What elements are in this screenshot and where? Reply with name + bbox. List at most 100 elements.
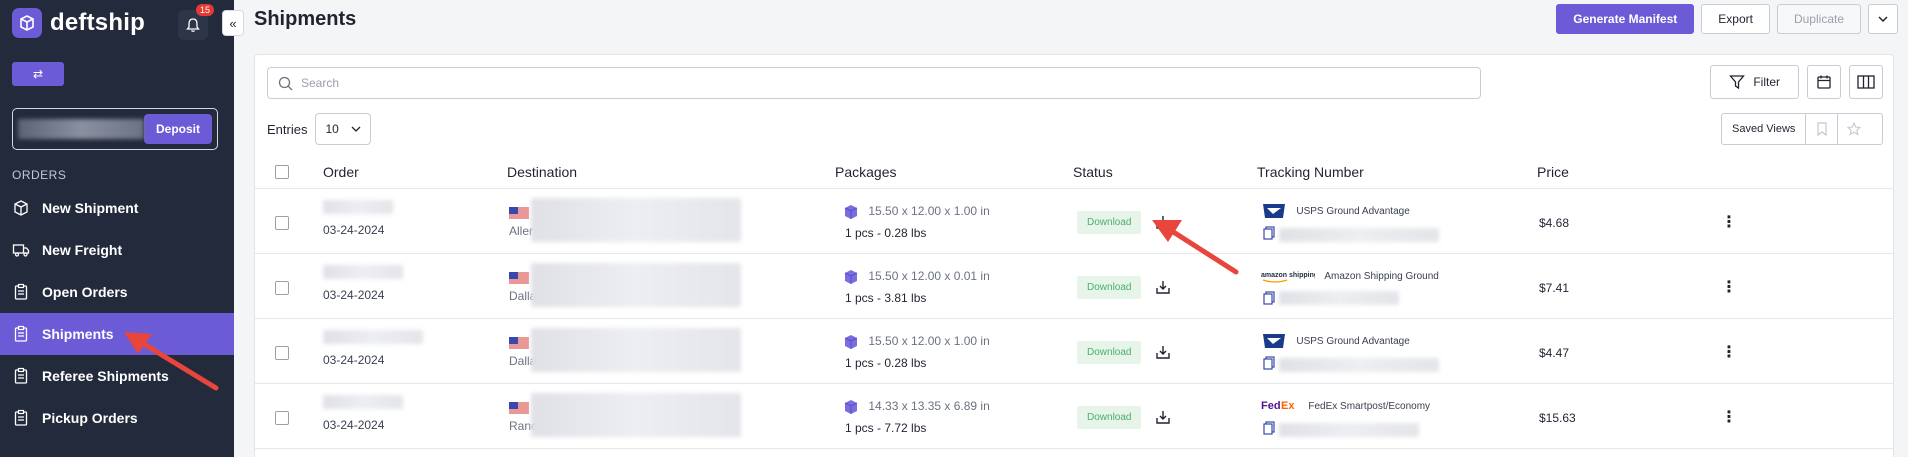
row-actions-menu[interactable]: ⋮ [1721, 409, 1737, 426]
balance-value-redacted [18, 119, 144, 139]
svg-text:Ex: Ex [1281, 400, 1295, 412]
order-date: 03-24-2024 [323, 223, 385, 237]
us-flag-icon [509, 206, 529, 221]
calendar-icon [1817, 75, 1831, 89]
select-all-checkbox[interactable] [275, 165, 289, 179]
sidebar-item-pickup-orders[interactable]: Pickup Orders [0, 397, 234, 439]
carrier-info: USPS Ground Advantage [1261, 332, 1410, 350]
sidebar-item-label: Open Orders [42, 284, 128, 300]
bookmark-icon[interactable] [1806, 114, 1839, 144]
date-range-button[interactable] [1807, 65, 1841, 99]
row-checkbox[interactable] [275, 281, 289, 295]
carrier-service-name: USPS Ground Advantage [1296, 336, 1410, 348]
carrier-service-name: USPS Ground Advantage [1296, 206, 1410, 218]
destination-city: Aller [509, 224, 534, 238]
columns-icon [1857, 75, 1875, 89]
sidebar-item-referee-shipments[interactable]: Referee Shipments [0, 355, 234, 397]
collapse-sidebar-button[interactable]: « [222, 10, 244, 36]
package-cube-icon [843, 399, 859, 415]
tracking-number-redacted [1279, 423, 1419, 437]
table-header: Order Destination Packages Status Tracki… [255, 155, 1893, 189]
column-header-order[interactable]: Order [323, 164, 359, 180]
copy-icon[interactable] [1263, 421, 1275, 438]
column-header-status[interactable]: Status [1073, 164, 1113, 180]
column-header-destination[interactable]: Destination [507, 164, 577, 180]
fedex-logo-icon: Fed Ex [1261, 397, 1299, 415]
entries-label: Entries [267, 121, 308, 137]
export-button[interactable]: Export [1701, 4, 1770, 34]
table-row[interactable]: 03-24-2024 Dalla 15.50 x 12.00 x 0.01 in… [255, 255, 1893, 319]
status-badge[interactable]: Download [1077, 341, 1142, 364]
copy-icon[interactable] [1263, 291, 1275, 308]
switch-account-button[interactable]: ⇄ [12, 62, 64, 86]
download-label-icon[interactable] [1155, 344, 1171, 360]
status-cell: Download [1077, 211, 1171, 234]
generate-manifest-button[interactable]: Generate Manifest [1556, 4, 1695, 34]
carrier-service-name: Amazon Shipping Ground [1324, 271, 1439, 283]
sidebar-item-label: New Shipment [42, 200, 139, 216]
column-header-price[interactable]: Price [1537, 164, 1569, 180]
package-dimensions: 15.50 x 12.00 x 0.01 in [868, 269, 990, 284]
package-dimensions: 15.50 x 12.00 x 1.00 in [868, 204, 990, 219]
destination-address-redacted [531, 263, 741, 307]
clipboard-icon [12, 283, 30, 301]
carrier-info: amazon shipping Amazon Shipping Ground [1261, 267, 1439, 285]
us-flag-icon [509, 336, 529, 351]
chevron-down-icon [352, 126, 361, 132]
table-row[interactable]: 03-24-2024 Ranc 14.33 x 13.35 x 6.89 in … [255, 385, 1893, 449]
column-header-tracking-number[interactable]: Tracking Number [1257, 164, 1364, 180]
usps-eagle-icon [1261, 332, 1287, 350]
table-row[interactable]: 03-24-2024 Dalla 15.50 x 12.00 x 1.00 in… [255, 320, 1893, 384]
copy-icon[interactable] [1263, 226, 1275, 243]
duplicate-button[interactable]: Duplicate [1776, 4, 1861, 34]
truck-icon [12, 241, 30, 259]
clipboard-icon [12, 409, 30, 427]
search-box[interactable] [267, 67, 1481, 99]
sidebar-item-label: Shipments [42, 326, 114, 342]
sidebar-item-new-shipment[interactable]: New Shipment [0, 187, 234, 229]
sidebar-item-open-orders[interactable]: Open Orders [0, 271, 234, 313]
brand-logo[interactable]: deftship [12, 8, 145, 38]
status-badge[interactable]: Download [1077, 276, 1142, 299]
download-label-icon[interactable] [1155, 279, 1171, 295]
sidebar-item-new-freight[interactable]: New Freight [0, 229, 234, 271]
row-checkbox[interactable] [275, 346, 289, 360]
status-cell: Download [1077, 406, 1171, 429]
download-label-icon[interactable] [1155, 214, 1171, 230]
entries-select[interactable]: 10 [315, 113, 372, 145]
status-badge[interactable]: Download [1077, 211, 1142, 234]
row-actions-menu[interactable]: ⋮ [1721, 279, 1737, 296]
carrier-info: Fed Ex FedEx Smartpost/Economy [1261, 397, 1430, 415]
section-label-orders: ORDERS [12, 168, 67, 182]
saved-views-button[interactable]: Saved Views [1722, 114, 1807, 144]
row-actions-menu[interactable]: ⋮ [1721, 214, 1737, 231]
status-badge[interactable]: Download [1077, 406, 1142, 429]
shipments-card: Filter Entries 10 Saved Views Order Dest… [254, 54, 1894, 457]
bell-icon [186, 18, 200, 32]
tracking-number-redacted [1279, 228, 1439, 242]
package-dims: 14.33 x 13.35 x 6.89 in [843, 399, 990, 415]
copy-icon[interactable] [1263, 356, 1275, 373]
row-checkbox[interactable] [275, 411, 289, 425]
package-quantity-weight: 1 pcs - 7.72 lbs [845, 421, 927, 435]
balance-widget: Deposit [12, 108, 218, 150]
row-actions-menu[interactable]: ⋮ [1721, 344, 1737, 361]
column-header-packages[interactable]: Packages [835, 164, 896, 180]
table-row[interactable]: 03-24-2024 Aller 15.50 x 12.00 x 1.00 in… [255, 190, 1893, 254]
saved-views-control: Saved Views [1721, 113, 1883, 145]
package-dimensions: 14.33 x 13.35 x 6.89 in [868, 399, 990, 414]
page-title: Shipments [254, 8, 357, 30]
download-label-icon[interactable] [1155, 409, 1171, 425]
shipment-price: $4.47 [1539, 346, 1570, 360]
more-actions-dropdown[interactable] [1868, 4, 1898, 34]
search-input[interactable] [301, 76, 1480, 90]
deposit-button[interactable]: Deposit [143, 114, 212, 144]
sidebar-item-shipments[interactable]: Shipments [0, 313, 234, 355]
star-icon[interactable] [1838, 114, 1870, 144]
filter-button[interactable]: Filter [1710, 65, 1799, 99]
notifications-button[interactable]: 15 [178, 4, 214, 40]
columns-button[interactable] [1849, 65, 1883, 99]
row-checkbox[interactable] [275, 216, 289, 230]
box-icon [12, 199, 30, 217]
svg-text:amazon shipping: amazon shipping [1261, 272, 1315, 279]
